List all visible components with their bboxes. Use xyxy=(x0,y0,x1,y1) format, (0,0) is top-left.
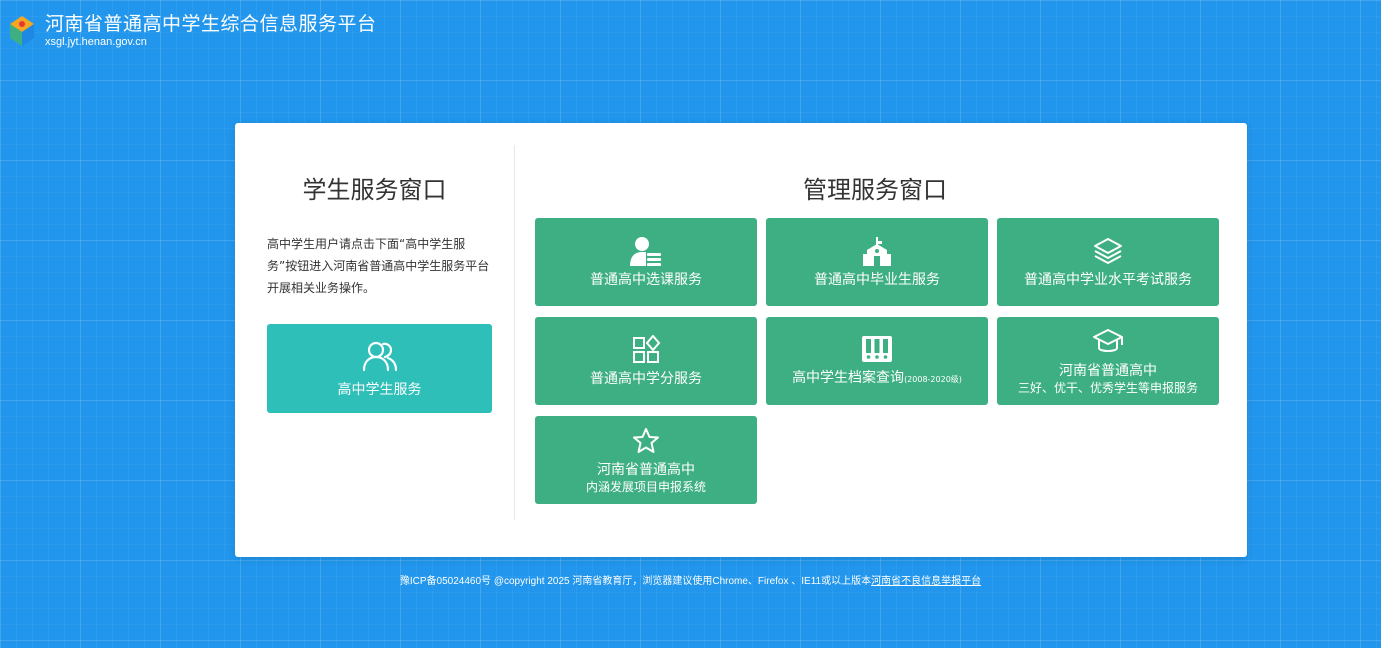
footer-copyright: 豫ICP备05024460号 @copyright 2025 河南省教育厅，浏览… xyxy=(399,576,872,587)
main-card: 学生服务窗口 高中学生用户请点击下面“高中学生服务”按钮进入河南省普通高中学生服… xyxy=(235,123,1247,557)
archive-icon xyxy=(861,333,893,365)
service-label: 普通高中选课服务 xyxy=(590,272,702,288)
school-building-icon xyxy=(862,235,892,267)
service-label: 普通高中毕业生服务 xyxy=(814,272,940,288)
service-grid: 普通高中选课服务 普通高中毕业生服务 普通高中学业水平考试服务 普通高中学分服务… xyxy=(535,218,1219,504)
archive-query-service-button[interactable]: 高中学生档案查询(2008-2020级) xyxy=(766,317,988,405)
student-service-label: 高中学生服务 xyxy=(337,381,422,398)
graduate-service-button[interactable]: 普通高中毕业生服务 xyxy=(766,218,988,306)
service-label: 普通高中学分服务 xyxy=(590,371,702,387)
report-platform-link[interactable]: 河南省不良信息举报平台 xyxy=(871,576,981,587)
management-service-panel: 管理服务窗口 普通高中选课服务 普通高中毕业生服务 普通高中学业水平考试服务 普… xyxy=(525,145,1225,525)
grid-diamond-icon xyxy=(631,334,661,366)
course-selection-service-button[interactable]: 普通高中选课服务 xyxy=(535,218,757,306)
service-label: 河南省普通高中 xyxy=(597,462,695,478)
student-panel-description: 高中学生用户请点击下面“高中学生服务”按钮进入河南省普通高中学生服务平台开展相关… xyxy=(267,237,490,295)
layers-icon xyxy=(1093,235,1123,267)
archive-service-label: 高中学生档案查询 xyxy=(792,370,905,386)
brand-text: 河南省普通高中学生综合信息服务平台 xsgl.jyt.henan.gov.cn xyxy=(45,13,377,49)
site-url: xsgl.jyt.henan.gov.cn xyxy=(45,36,147,48)
student-service-button[interactable]: 高中学生服务 xyxy=(267,324,492,413)
archive-service-grade-range: (2008-2020级) xyxy=(904,375,962,384)
user-card-icon xyxy=(630,235,662,267)
service-label: 高中学生档案查询(2008-2020级) xyxy=(792,369,962,389)
management-panel-title: 管理服务窗口 xyxy=(803,176,947,204)
service-sublabel: 三好、优干、优秀学生等申报服务 xyxy=(1017,381,1198,395)
service-label: 河南省普通高中 xyxy=(1059,363,1157,379)
credit-service-button[interactable]: 普通高中学分服务 xyxy=(535,317,757,405)
student-panel-title: 学生服务窗口 xyxy=(302,176,447,204)
site-title: 河南省普通高中学生综合信息服务平台 xyxy=(45,13,377,35)
books-logo-icon xyxy=(10,16,34,46)
star-icon xyxy=(631,425,661,457)
page-footer: 豫ICP备05024460号 @copyright 2025 河南省教育厅，浏览… xyxy=(0,572,1381,587)
graduation-cap-icon xyxy=(1092,326,1124,358)
student-service-panel: 学生服务窗口 高中学生用户请点击下面“高中学生服务”按钮进入河南省普通高中学生服… xyxy=(235,145,515,520)
site-header: 河南省普通高中学生综合信息服务平台 xsgl.jyt.henan.gov.cn xyxy=(7,11,377,51)
service-sublabel: 内涵发展项目申报系统 xyxy=(585,480,706,494)
merit-student-service-button[interactable]: 河南省普通高中 三好、优干、优秀学生等申报服务 xyxy=(997,317,1219,405)
development-project-service-button[interactable]: 河南省普通高中 内涵发展项目申报系统 xyxy=(535,416,757,504)
academic-exam-service-button[interactable]: 普通高中学业水平考试服务 xyxy=(997,218,1219,306)
users-icon xyxy=(362,339,398,373)
service-label: 普通高中学业水平考试服务 xyxy=(1024,272,1192,288)
